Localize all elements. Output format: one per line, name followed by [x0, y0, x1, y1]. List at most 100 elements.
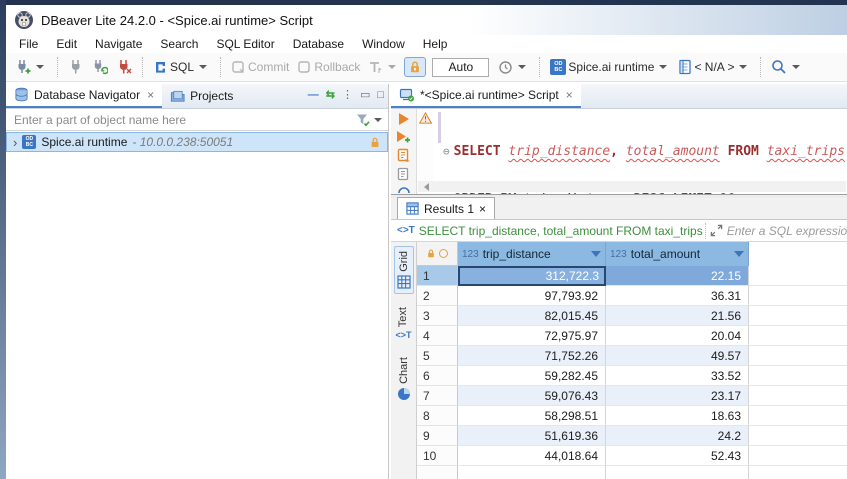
- row-number-cell[interactable]: 2: [417, 286, 458, 306]
- editor-horizontal-scrollbar[interactable]: [418, 181, 846, 192]
- cell-total-amount[interactable]: 52.43: [606, 446, 749, 466]
- row-filler[interactable]: [749, 406, 847, 426]
- status-ring-icon: [439, 249, 448, 258]
- tab-projects[interactable]: Projects: [162, 83, 241, 108]
- cell-trip-distance[interactable]: 51,619.36: [458, 426, 606, 446]
- row-filler[interactable]: [749, 306, 847, 326]
- cell-total-amount[interactable]: 20.04: [606, 326, 749, 346]
- cell-trip-distance[interactable]: 97,793.92: [458, 286, 606, 306]
- reconnect-button[interactable]: [89, 57, 111, 77]
- cell-total-amount[interactable]: 21.56: [606, 306, 749, 326]
- menu-navigate[interactable]: Navigate: [86, 36, 151, 52]
- cell-trip-distance[interactable]: 59,282.45: [458, 366, 606, 386]
- partial-icon[interactable]: [397, 186, 411, 194]
- cell-total-amount[interactable]: 23.17: [606, 386, 749, 406]
- link-editor-icon[interactable]: ⇆: [326, 88, 335, 101]
- cell-trip-distance[interactable]: 58,298.51: [458, 406, 606, 426]
- chevron-down-icon[interactable]: [374, 118, 382, 122]
- row-number-cell[interactable]: 9: [417, 426, 458, 446]
- result-filter-input[interactable]: [727, 224, 847, 238]
- commit-button[interactable]: Commit: [228, 58, 292, 77]
- menu-search[interactable]: Search: [151, 36, 207, 52]
- maximize-view-icon[interactable]: □: [377, 89, 384, 101]
- disconnect-button[interactable]: [113, 57, 135, 77]
- tab-results-1[interactable]: Results 1 ×: [397, 197, 495, 219]
- minimize-view-icon[interactable]: ▭: [360, 88, 370, 101]
- sort-desc-icon[interactable]: [734, 251, 744, 257]
- row-filler[interactable]: [749, 426, 847, 446]
- row-filler[interactable]: [749, 266, 847, 286]
- menu-window[interactable]: Window: [353, 36, 414, 52]
- row-filler[interactable]: [749, 286, 847, 306]
- execute-script-icon[interactable]: [397, 148, 411, 163]
- cell-total-amount[interactable]: 36.31: [606, 286, 749, 306]
- row-number-cell[interactable]: 3: [417, 306, 458, 326]
- cell-total-amount[interactable]: 18.63: [606, 406, 749, 426]
- close-icon[interactable]: ×: [566, 88, 573, 102]
- row-filler[interactable]: [749, 446, 847, 466]
- view-tab-chart[interactable]: Chart: [395, 353, 413, 405]
- new-connection-button[interactable]: [12, 57, 50, 77]
- connect-button[interactable]: [65, 57, 87, 77]
- row-number-cell[interactable]: 5: [417, 346, 458, 366]
- menu-sql-editor[interactable]: SQL Editor: [207, 36, 283, 52]
- rollback-button[interactable]: Rollback: [294, 58, 363, 77]
- menu-file[interactable]: File: [10, 36, 47, 52]
- cell-trip-distance[interactable]: 44,018.64: [458, 446, 606, 466]
- row-filler[interactable]: [749, 366, 847, 386]
- active-schema-selector[interactable]: < N/A >: [675, 57, 753, 77]
- execute-statement-icon[interactable]: [397, 112, 410, 126]
- column-header-trip-distance[interactable]: 123 trip_distance: [458, 242, 606, 266]
- commit-mode-combo[interactable]: Auto: [432, 58, 489, 77]
- cell-trip-distance[interactable]: 59,076.43: [458, 386, 606, 406]
- cell-trip-distance[interactable]: 82,015.45: [458, 306, 606, 326]
- view-tab-text[interactable]: Text <>T: [393, 303, 413, 344]
- row-number-cell[interactable]: 4: [417, 326, 458, 346]
- transaction-mode-button[interactable]: [365, 58, 402, 77]
- expand-icon[interactable]: [710, 224, 723, 237]
- view-menu-icon[interactable]: ⋮: [342, 88, 353, 101]
- row-filler[interactable]: [749, 326, 847, 346]
- row-number-cell[interactable]: 8: [417, 406, 458, 426]
- cell-total-amount[interactable]: 33.52: [606, 366, 749, 386]
- active-connection-selector[interactable]: ODBC Spice.ai runtime: [547, 57, 673, 77]
- tab-database-navigator[interactable]: Database Navigator ×: [6, 83, 162, 108]
- menu-database[interactable]: Database: [284, 36, 353, 52]
- sort-desc-icon[interactable]: [591, 251, 601, 257]
- cell-trip-distance[interactable]: 312,722.3: [458, 266, 606, 286]
- scroll-left-icon[interactable]: [424, 183, 429, 191]
- connection-lock-toggle[interactable]: [404, 57, 426, 77]
- row-filler[interactable]: [749, 386, 847, 406]
- row-number-cell[interactable]: 10: [417, 446, 458, 466]
- row-filler[interactable]: [749, 346, 847, 366]
- expand-chevron-icon[interactable]: ›: [13, 135, 17, 150]
- tree-item-connection[interactable]: › ODBC Spice.ai runtime - 10.0.0.238:500…: [6, 132, 388, 152]
- cell-trip-distance[interactable]: 71,752.26: [458, 346, 606, 366]
- grid-corner-cell[interactable]: [417, 242, 458, 266]
- minimize-icon[interactable]: —: [308, 89, 319, 101]
- table-row: 1312,722.322.15: [417, 266, 847, 286]
- cell-trip-distance[interactable]: 72,975.97: [458, 326, 606, 346]
- execute-new-tab-icon[interactable]: [396, 130, 411, 144]
- menu-edit[interactable]: Edit: [47, 36, 86, 52]
- close-icon[interactable]: ×: [479, 202, 486, 216]
- filter-funnel-icon[interactable]: [355, 113, 371, 127]
- menu-help[interactable]: Help: [414, 36, 457, 52]
- editor-body: ⊖SELECT trip_distance, total_amount FROM…: [391, 109, 847, 194]
- sql-editor-button[interactable]: SQL: [150, 58, 213, 77]
- object-filter-input[interactable]: [6, 113, 355, 127]
- row-number-cell[interactable]: 1: [417, 266, 458, 286]
- cell-total-amount[interactable]: 22.15: [606, 266, 749, 286]
- cell-total-amount[interactable]: 24.2: [606, 426, 749, 446]
- close-icon[interactable]: ×: [147, 88, 154, 102]
- explain-plan-icon[interactable]: [397, 167, 411, 182]
- search-button[interactable]: [768, 57, 806, 77]
- view-tab-grid[interactable]: Grid: [394, 246, 414, 294]
- transaction-log-button[interactable]: [495, 58, 532, 77]
- cell-total-amount[interactable]: 49.57: [606, 346, 749, 366]
- row-number-cell[interactable]: 7: [417, 386, 458, 406]
- tab-script[interactable]: *<Spice.ai runtime> Script ×: [391, 83, 581, 108]
- column-header-total-amount[interactable]: 123 total_amount: [606, 242, 749, 266]
- fold-marker-icon[interactable]: ⊖: [443, 145, 450, 158]
- row-number-cell[interactable]: 6: [417, 366, 458, 386]
